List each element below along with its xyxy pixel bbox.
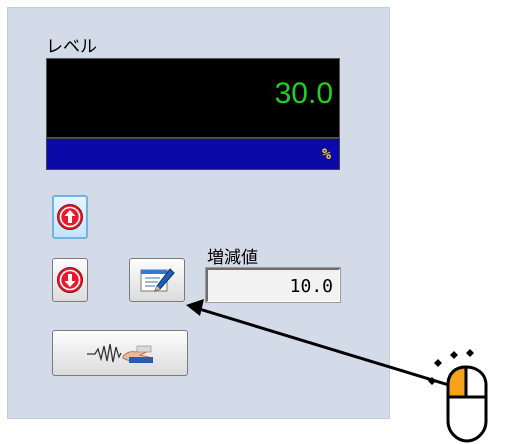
mouse-click-icon	[428, 349, 488, 443]
